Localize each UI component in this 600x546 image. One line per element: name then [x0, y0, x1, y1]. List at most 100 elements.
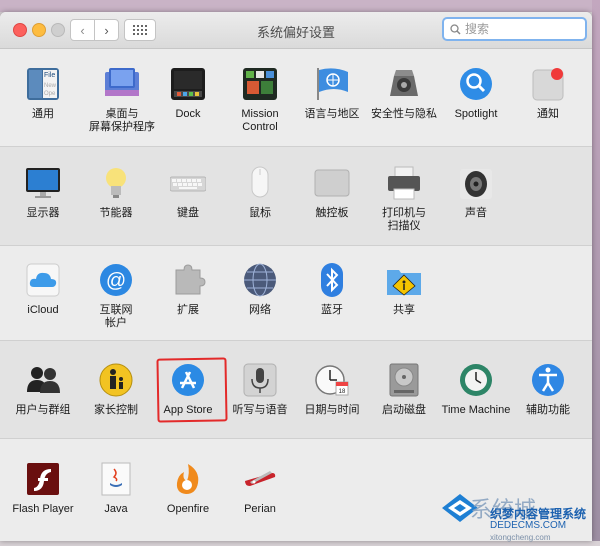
mission-control-icon — [242, 66, 278, 102]
svg-text:18: 18 — [339, 389, 346, 395]
pane-icloud[interactable]: iCloud — [7, 262, 79, 317]
dictation-speech-icon — [242, 362, 278, 398]
pane-displays[interactable]: 显示器 — [7, 165, 79, 220]
printer-icon — [386, 165, 422, 201]
general-icon: File New Ope — [25, 66, 61, 102]
pane-label: 安全性与隐私 — [371, 108, 437, 120]
search-input[interactable] — [465, 22, 565, 36]
svg-text:@: @ — [106, 270, 126, 292]
java-icon — [98, 461, 134, 497]
pane-label: 蓝牙 — [321, 304, 343, 316]
pane-users-groups[interactable]: 用户与群组 — [7, 362, 79, 417]
desktop-background — [0, 0, 600, 12]
search-field[interactable] — [442, 17, 587, 41]
search-icon — [450, 23, 461, 35]
pane-sharing[interactable]: 共享 — [368, 262, 440, 317]
highlight-annotation — [156, 357, 228, 423]
pane-dictation-speech[interactable]: 听写与语音 — [224, 362, 296, 417]
pane-network[interactable]: 网络 — [224, 262, 296, 317]
pane-bluetooth[interactable]: 蓝牙 — [296, 262, 368, 317]
pane-flash-player[interactable]: Flash Player — [7, 461, 79, 516]
security-privacy-icon — [386, 66, 422, 102]
desktop-background-edge — [592, 0, 600, 541]
trackpad-icon — [314, 165, 350, 201]
date-time-icon: 18 — [314, 362, 350, 398]
pane-dock[interactable]: Dock — [152, 66, 224, 121]
pane-label: 日期与时间 — [304, 404, 360, 416]
pane-label: 声音 — [465, 207, 487, 219]
pane-java[interactable]: Java — [80, 461, 152, 516]
pane-notifications[interactable]: 通知 — [512, 66, 584, 121]
pane-label: 显示器 — [26, 207, 60, 219]
title-bar: ‹ › 系统偏好设置 — [0, 12, 592, 49]
pane-label: 共享 — [393, 304, 415, 316]
pane-spotlight[interactable]: Spotlight — [440, 66, 512, 121]
pane-extensions[interactable]: 扩展 — [152, 262, 224, 317]
pane-label: 网络 — [249, 304, 271, 316]
sharing-icon — [386, 262, 422, 298]
pane-parental-controls[interactable]: 家长控制 — [80, 362, 152, 417]
sound-icon — [458, 165, 494, 201]
svg-text:File: File — [44, 72, 55, 79]
pane-label: 听写与语音 — [232, 404, 288, 416]
pane-security-privacy[interactable]: 安全性与隐私 — [368, 66, 440, 121]
notifications-icon — [530, 66, 566, 102]
pane-perian[interactable]: Perian — [224, 461, 296, 516]
pane-language-region[interactable]: 语言与地区 — [296, 66, 368, 121]
pane-label: 语言与地区 — [304, 108, 360, 120]
pane-label: Mission Control — [241, 108, 279, 133]
pane-mission-control[interactable]: Mission Control — [224, 66, 296, 134]
desktop-icon — [104, 66, 140, 102]
svg-text:New: New — [44, 83, 57, 89]
energy-saver-icon — [98, 165, 134, 201]
dock-icon — [170, 66, 206, 102]
pane-general[interactable]: File New Ope 通用 — [7, 66, 79, 121]
pane-accessibility[interactable]: 辅助功能 — [512, 362, 584, 417]
language-region-icon — [314, 66, 350, 102]
icloud-icon — [25, 262, 61, 298]
pane-label: Java — [104, 503, 128, 515]
pane-trackpad[interactable]: 触控板 — [296, 165, 368, 220]
extensions-icon — [170, 262, 206, 298]
pane-sound[interactable]: 声音 — [440, 165, 512, 220]
pane-label: Perian — [244, 503, 276, 515]
pane-label: 触控板 — [315, 207, 349, 219]
pane-label: 启动磁盘 — [382, 404, 426, 416]
pane-startup-disk[interactable]: 启动磁盘 — [368, 362, 440, 417]
pane-label: Spotlight — [454, 108, 498, 120]
pane-label: 通用 — [32, 108, 54, 120]
pane-label: 鼠标 — [249, 207, 271, 219]
pane-keyboard[interactable]: 键盘 — [152, 165, 224, 220]
accessibility-icon — [530, 362, 566, 398]
pane-printers-scanners[interactable]: 打印机与 扫描仪 — [368, 165, 440, 233]
pane-label: Flash Player — [12, 503, 74, 515]
pane-label: 互联网 帐户 — [99, 304, 133, 329]
pane-label: 扩展 — [177, 304, 199, 316]
pane-desktop-screensaver[interactable]: 桌面与 屏幕保护程序 — [86, 66, 158, 134]
bluetooth-icon — [314, 262, 350, 298]
svg-text:Ope: Ope — [44, 91, 56, 97]
startup-disk-icon — [386, 362, 422, 398]
pane-time-machine[interactable]: Time Machine — [440, 362, 512, 417]
pane-label: 键盘 — [177, 207, 199, 219]
pane-label: Openfire — [166, 503, 210, 515]
network-icon — [242, 262, 278, 298]
displays-icon — [25, 165, 61, 201]
internet-accounts-icon: @ — [98, 262, 134, 298]
pane-date-time[interactable]: 18 日期与时间 — [296, 362, 368, 417]
pane-energy-saver[interactable]: 节能器 — [80, 165, 152, 220]
pane-mouse[interactable]: 鼠标 — [224, 165, 296, 220]
pane-label: 辅助功能 — [526, 404, 570, 416]
flash-player-icon — [25, 461, 61, 497]
pane-label: 家长控制 — [94, 404, 138, 416]
keyboard-icon — [169, 165, 207, 201]
pane-label: 打印机与 扫描仪 — [382, 207, 426, 232]
watermark-line2: DEDECMS.COM — [490, 520, 567, 531]
time-machine-icon — [458, 362, 494, 398]
pane-label: iCloud — [27, 304, 59, 316]
pane-label: 节能器 — [99, 207, 133, 219]
pane-label: 通知 — [537, 108, 559, 120]
pane-label: 用户与群组 — [15, 404, 71, 416]
pane-openfire[interactable]: Openfire — [152, 461, 224, 516]
pane-internet-accounts[interactable]: @ 互联网 帐户 — [80, 262, 152, 330]
